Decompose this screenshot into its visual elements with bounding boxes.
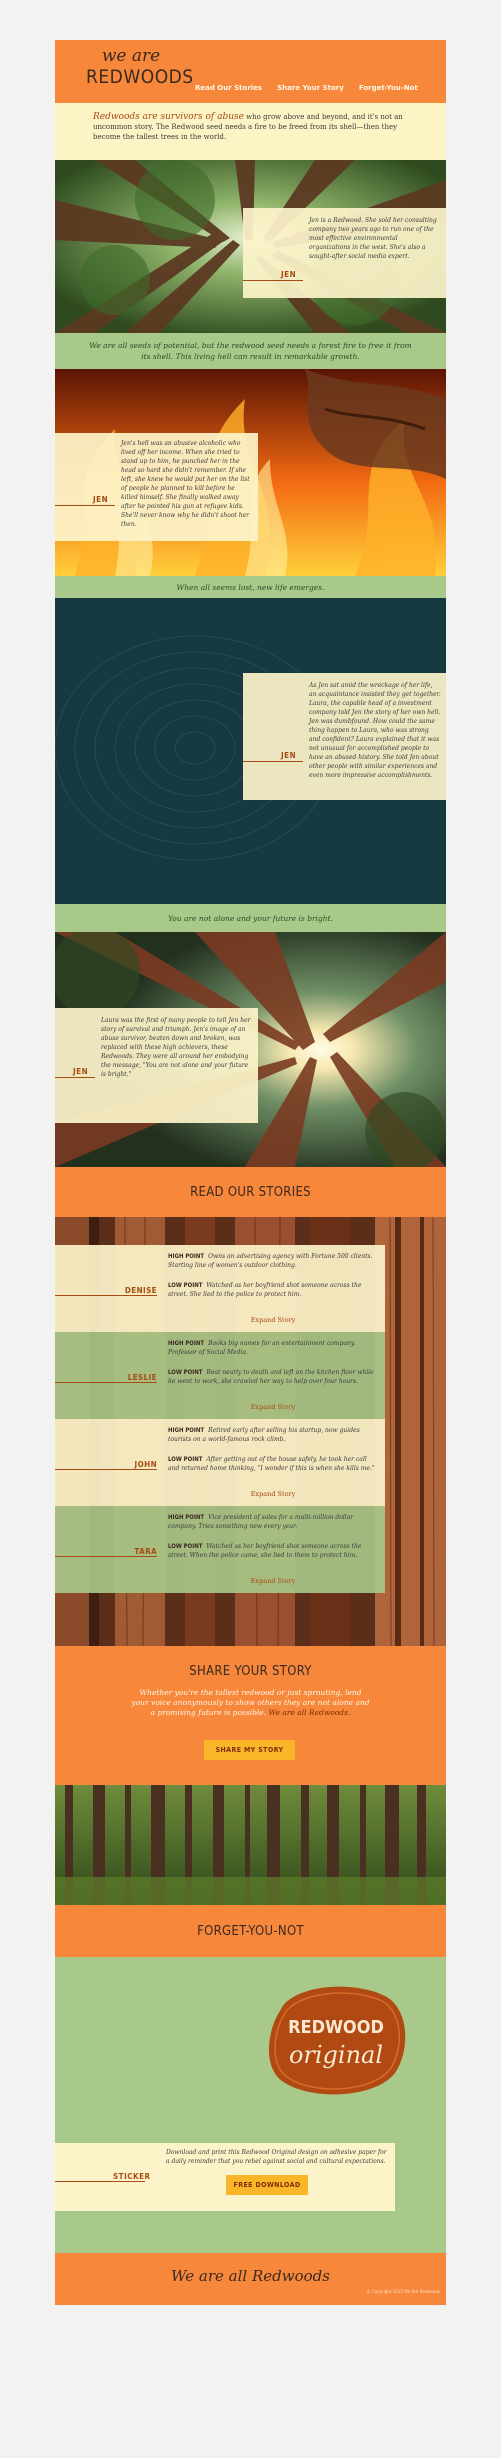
story-name: LESLIE [127, 1373, 157, 1382]
forget-you-not-header: FORGET-YOU-NOT [55, 1905, 446, 1957]
sticker-underline [55, 2181, 145, 2182]
story-name: DENISE [124, 1286, 157, 1295]
site-footer: We are all Redwoods © Copyright 2015 We … [55, 2253, 446, 2305]
intro-text: Redwoods are survivors of abuse who grow… [55, 103, 446, 160]
expand-story-link[interactable]: Expand Story [168, 1403, 378, 1411]
story-low-point: LOW POINT After getting out of the house … [168, 1456, 375, 1472]
jen-underline-3 [243, 761, 303, 762]
jen-story-card-3: As Jen sat amid the wreckage of her life… [243, 673, 446, 800]
jen-story-text-4: Laura was the first of many people to te… [101, 1017, 251, 1078]
jen-story-text-2: Jen's hell was an abusive alcoholic who … [121, 440, 250, 528]
story-low-point: LOW POINT Beat nearly to death and left o… [168, 1369, 374, 1385]
story-name: TARA [134, 1547, 157, 1556]
footer-title: We are all Redwoods [171, 2267, 330, 2285]
jen-story-card-2: Jen's hell was an abusive alcoholic who … [55, 433, 258, 541]
story-name: JOHN [134, 1460, 157, 1469]
jen-label-3: JEN [281, 751, 297, 760]
badge-line-1: REDWOOD [288, 2017, 384, 2038]
story-underline [55, 1469, 157, 1470]
jen-underline-2 [55, 505, 115, 506]
logo[interactable]: we are REDWOODS [86, 46, 194, 88]
jen-label-4: JEN [73, 1067, 89, 1076]
jen-story-card-4: Laura was the first of many people to te… [55, 1008, 258, 1123]
low-point-label: LOW POINT [168, 1369, 203, 1376]
jen-label-1: JEN [281, 270, 297, 279]
free-download-button[interactable]: FREE DOWNLOAD [226, 2175, 308, 2195]
quote-band-seeds: We are all seeds of potential, but the r… [55, 333, 446, 369]
quote-band-new-life: When all seems lost, new life emerges. [55, 576, 446, 598]
share-title: SHARE YOUR STORY [189, 1664, 312, 1679]
forget-you-not-section: REDWOOD original STICKER Download and pr… [55, 1957, 446, 2253]
sticker-card: STICKER Download and print this Redwood … [55, 2143, 395, 2211]
share-section: SHARE YOUR STORY Whether you're the tall… [55, 1646, 446, 1785]
high-point-label: HIGH POINT [168, 1253, 205, 1260]
story-low-point: LOW POINT Watched as her boyfriend shot s… [168, 1543, 362, 1559]
stories-section: DENISE HIGH POINT Owns an advertising age… [55, 1217, 446, 1646]
page: we are REDWOODS Read Our Stories Share Y… [55, 40, 446, 2458]
tree-rings-section: As Jen sat amid the wreckage of her life… [55, 598, 446, 904]
high-point-label: HIGH POINT [168, 1514, 205, 1521]
share-description: Whether you're the tallest redwood or ju… [131, 1688, 370, 1717]
story-card-john[interactable]: JOHN HIGH POINT Retired early after selli… [55, 1419, 385, 1506]
low-point-label: LOW POINT [168, 1456, 203, 1463]
sticker-label: STICKER [113, 2172, 151, 2181]
story-high-point: HIGH POINT Owns an advertising agency wit… [168, 1253, 373, 1269]
forest-fire-image: Jen's hell was an abusive alcoholic who … [55, 369, 446, 576]
story-card-leslie[interactable]: LESLIE HIGH POINT Books big names for an … [55, 1332, 385, 1419]
footer-copyright: © Copyright 2015 We Are Redwoods [366, 2289, 440, 2294]
jen-underline-1 [243, 280, 303, 281]
quote-band-not-alone: You are not alone and your future is bri… [55, 904, 446, 932]
hero-forest-canopy-image: Jen is a Redwood. She sold her consultin… [55, 160, 446, 333]
low-point-label: LOW POINT [168, 1282, 203, 1289]
main-nav: Read Our Stories Share Your Story Forget… [195, 84, 418, 92]
forest-strip-image [55, 1785, 446, 1905]
jen-story-text-3: As Jen sat amid the wreckage of her life… [309, 682, 441, 779]
expand-story-link[interactable]: Expand Story [168, 1577, 378, 1585]
nav-read-our-stories[interactable]: Read Our Stories [195, 84, 262, 92]
story-high-point: HIGH POINT Books big names for an enterta… [168, 1340, 356, 1356]
story-low-point: LOW POINT Watched as her boyfriend shot s… [168, 1282, 362, 1298]
forest-strip-illustration [55, 1785, 446, 1905]
logo-tagline: we are [101, 46, 161, 66]
story-high-point: HIGH POINT Vice president of sales for a … [168, 1514, 354, 1530]
nav-share-your-story[interactable]: Share Your Story [277, 84, 344, 92]
intro-lead: Redwoods are survivors of abuse [93, 112, 244, 122]
story-underline [55, 1556, 157, 1557]
nav-forget-you-not[interactable]: Forget-You-Not [359, 84, 418, 92]
jen-story-card-1: Jen is a Redwood. She sold her consultin… [243, 208, 446, 298]
high-point-label: HIGH POINT [168, 1427, 205, 1434]
story-underline [55, 1382, 157, 1383]
sunburst-forest-image: Laura was the first of many people to te… [55, 932, 446, 1167]
site-header: we are REDWOODS Read Our Stories Share Y… [55, 40, 446, 103]
story-underline [55, 1295, 157, 1296]
sticker-description: Download and print this Redwood Original… [166, 2149, 387, 2165]
expand-story-link[interactable]: Expand Story [168, 1316, 378, 1324]
high-point-label: HIGH POINT [168, 1340, 205, 1347]
jen-underline-4 [55, 1077, 95, 1078]
low-point-label: LOW POINT [168, 1543, 203, 1550]
badge-line-2: original [289, 2041, 383, 2069]
read-stories-title: READ OUR STORIES [190, 1184, 311, 1200]
share-my-story-button[interactable]: SHARE MY STORY [204, 1740, 295, 1760]
jen-label-2: JEN [93, 495, 109, 504]
logo-wordmark: REDWOODS [86, 66, 194, 88]
story-high-point: HIGH POINT Retired early after selling hi… [168, 1427, 360, 1443]
expand-story-link[interactable]: Expand Story [168, 1490, 378, 1498]
forget-you-not-title: FORGET-YOU-NOT [197, 1923, 304, 1939]
story-card-denise[interactable]: DENISE HIGH POINT Owns an advertising age… [55, 1245, 385, 1332]
redwood-original-badge[interactable]: REDWOOD original [260, 1981, 410, 2101]
read-stories-header: READ OUR STORIES [55, 1167, 446, 1217]
story-card-tara[interactable]: TARA HIGH POINT Vice president of sales f… [55, 1506, 385, 1593]
jen-story-text-1: Jen is a Redwood. She sold her consultin… [309, 217, 437, 260]
share-emphasis: We are all Redwoods. [268, 1708, 351, 1717]
